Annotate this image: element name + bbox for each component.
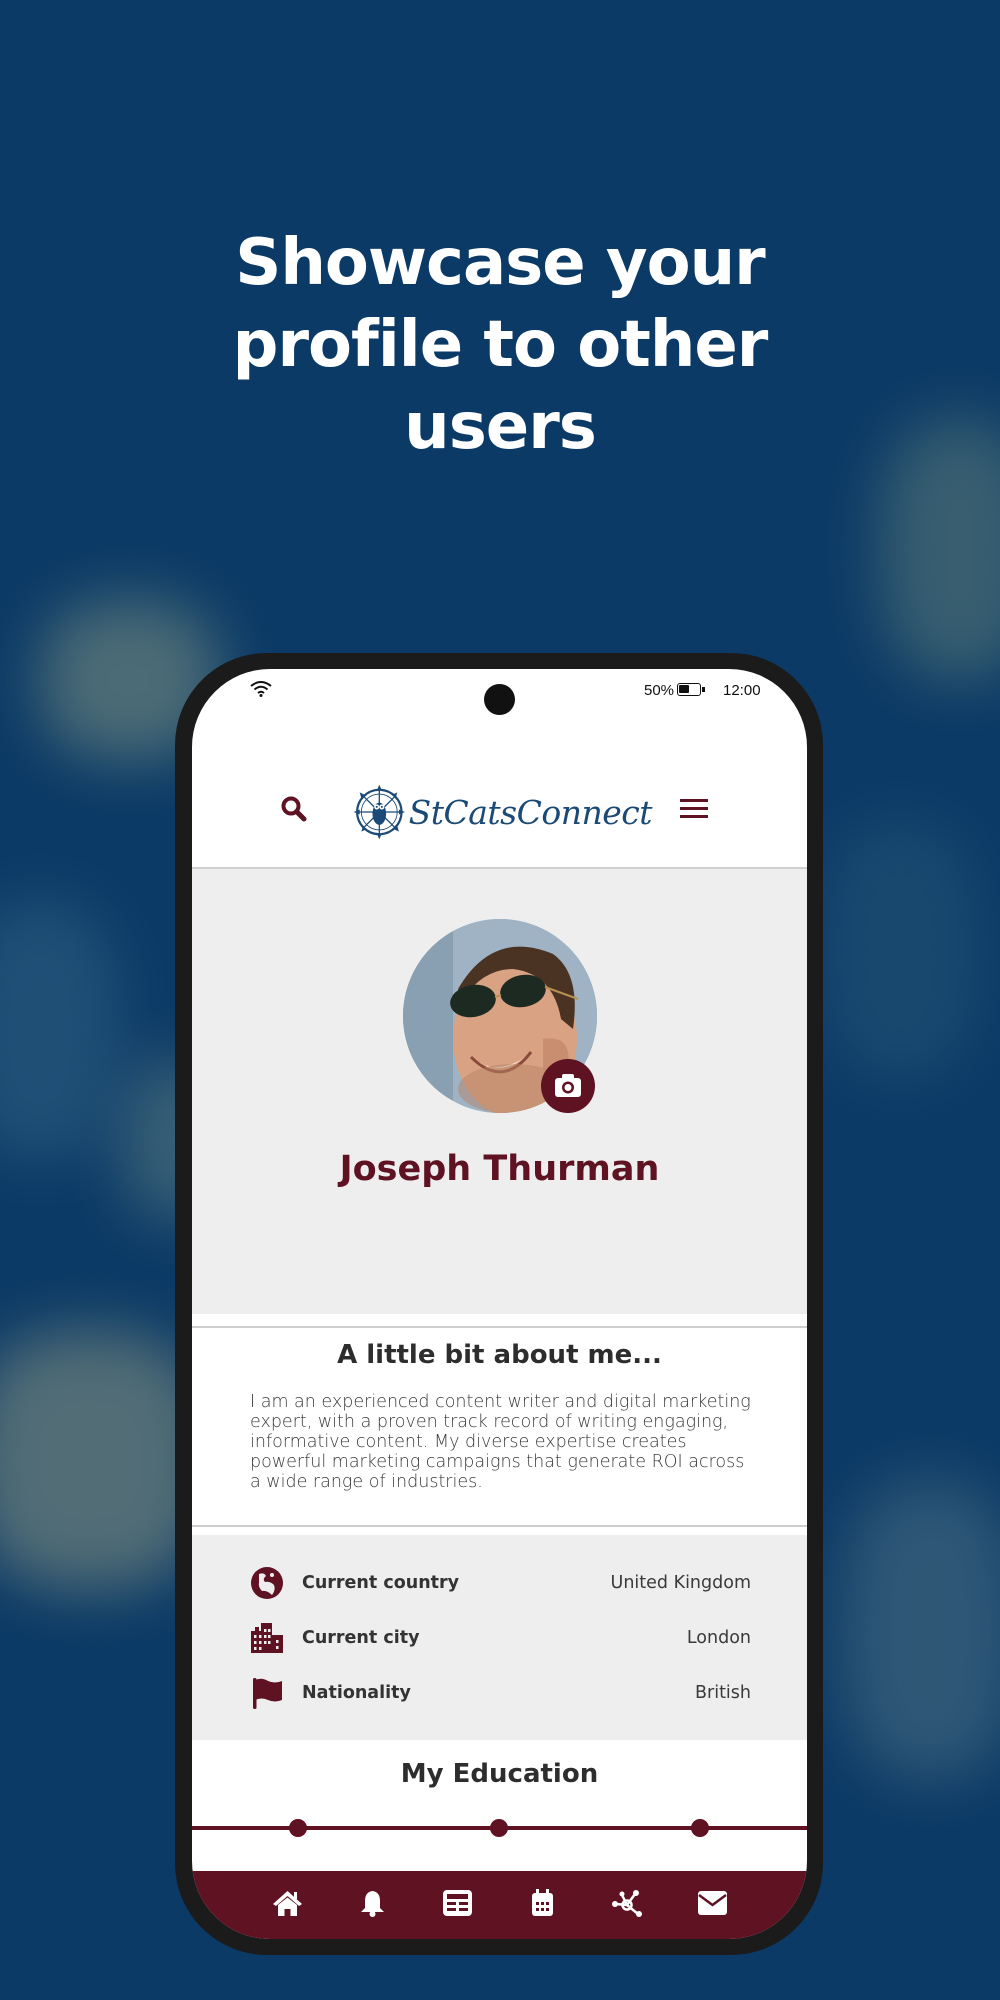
- change-photo-button[interactable]: [541, 1059, 595, 1113]
- calendar-icon[interactable]: [527, 1889, 558, 1917]
- profile-details: Current country United Kingdom Current c…: [192, 1535, 807, 1740]
- headline-line-3: users: [404, 390, 597, 464]
- about-title: A little bit about me...: [337, 1340, 662, 1370]
- detail-row-nationality: Nationality British: [250, 1673, 751, 1713]
- timeline-point[interactable]: [490, 1819, 508, 1837]
- phone-frame: 50% 12:00 StCatsConnect Joseph Thurman A…: [175, 653, 823, 1955]
- status-time: 12:00: [723, 682, 761, 699]
- wifi-icon: [250, 681, 272, 697]
- app-header: StCatsConnect: [192, 719, 807, 869]
- home-icon[interactable]: [272, 1889, 303, 1917]
- about-section: A little bit about me... I am an experie…: [192, 1326, 807, 1527]
- bottom-navigation: [192, 1871, 807, 1939]
- search-icon[interactable]: [280, 795, 308, 823]
- status-bar: 50% 12:00: [192, 669, 807, 719]
- timeline-point[interactable]: [289, 1819, 307, 1837]
- detail-label: Current country: [302, 1573, 460, 1593]
- brand-name: StCatsConnect: [408, 792, 653, 832]
- background-blur: [820, 820, 980, 1080]
- catherine-wheel-owl-icon: [353, 784, 405, 840]
- bell-icon[interactable]: [357, 1889, 388, 1917]
- detail-label: Current city: [302, 1628, 420, 1648]
- promo-headline: Showcase your profile to other users: [0, 222, 1000, 468]
- app-logo[interactable]: StCatsConnect: [352, 777, 653, 847]
- detail-row-city: Current city London: [250, 1618, 751, 1658]
- news-icon[interactable]: [442, 1889, 473, 1917]
- front-camera: [484, 684, 515, 715]
- camera-icon: [555, 1074, 581, 1097]
- education-title: My Education: [400, 1759, 599, 1789]
- profile-header: Joseph Thurman: [192, 869, 807, 1314]
- headline-line-2: profile to other: [232, 308, 769, 382]
- timeline-point[interactable]: [691, 1819, 709, 1837]
- battery-icon: [677, 683, 705, 696]
- envelope-icon[interactable]: [697, 1889, 728, 1917]
- hamburger-menu-icon[interactable]: [680, 799, 708, 821]
- globe-icon: [251, 1567, 283, 1599]
- about-body: I am an experienced content writer and d…: [250, 1392, 751, 1492]
- flag-icon: [253, 1678, 282, 1709]
- headline-line-1: Showcase your: [235, 226, 765, 300]
- profile-name: Joseph Thurman: [339, 1149, 660, 1189]
- education-timeline[interactable]: [192, 1819, 807, 1837]
- background-blur: [840, 1480, 1000, 1780]
- detail-label: Nationality: [302, 1683, 411, 1703]
- detail-value: London: [686, 1628, 751, 1648]
- background-blur: [0, 900, 120, 1160]
- network-icon[interactable]: [611, 1889, 643, 1917]
- detail-row-country: Current country United Kingdom: [250, 1563, 751, 1603]
- battery-percent: 50%: [644, 682, 675, 699]
- city-icon: [251, 1623, 283, 1653]
- phone-screen: 50% 12:00 StCatsConnect Joseph Thurman A…: [192, 669, 807, 1939]
- detail-value: United Kingdom: [610, 1573, 751, 1593]
- detail-value: British: [695, 1683, 751, 1703]
